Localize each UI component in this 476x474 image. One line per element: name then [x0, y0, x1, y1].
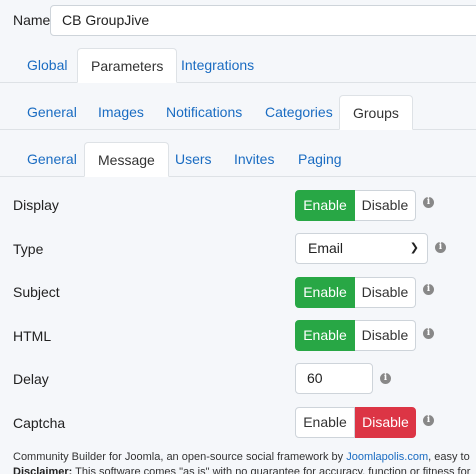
footer-credits: Community Builder for Joomla, an open-so…: [13, 451, 470, 463]
tab-groups-paging[interactable]: Paging: [285, 142, 355, 177]
delay-label: Delay: [13, 371, 49, 387]
html-label: HTML: [13, 328, 52, 344]
captcha-info-icon[interactable]: i: [423, 415, 434, 426]
captcha-label: Captcha: [13, 415, 66, 431]
subject-disable-button[interactable]: Disable: [355, 277, 416, 308]
groups-tabbar: General Message Users Invites Paging: [0, 142, 476, 177]
subject-toggle: Enable Disable: [295, 277, 416, 308]
captcha-enable-button[interactable]: Enable: [295, 407, 355, 438]
html-enable-button[interactable]: Enable: [295, 320, 355, 351]
tab-groups-message[interactable]: Message: [84, 142, 169, 177]
type-label: Type: [13, 241, 44, 257]
tab-params-notifications[interactable]: Notifications: [153, 95, 255, 130]
captcha-toggle: Enable Disable: [295, 407, 416, 438]
name-label: Name: [13, 12, 51, 28]
tab-parameters[interactable]: Parameters: [77, 48, 178, 83]
tab-groups-users[interactable]: Users: [162, 142, 225, 177]
tab-global[interactable]: Global: [14, 48, 80, 83]
tab-params-categories[interactable]: Categories: [252, 95, 346, 130]
html-info-icon[interactable]: i: [423, 328, 434, 339]
tab-params-general[interactable]: General: [14, 95, 90, 130]
display-info-icon[interactable]: i: [423, 197, 434, 208]
tab-integrations[interactable]: Integrations: [168, 48, 267, 83]
display-toggle: Enable Disable: [295, 190, 416, 221]
type-info-icon[interactable]: i: [435, 242, 446, 253]
footer-credits-suffix: , easy to: [428, 451, 470, 463]
type-select[interactable]: Email ❯: [295, 233, 428, 264]
tab-params-images[interactable]: Images: [85, 95, 157, 130]
tab-params-groups[interactable]: Groups: [339, 95, 413, 130]
parameters-tabbar: General Images Notifications Categories …: [0, 95, 476, 130]
tab-groups-invites[interactable]: Invites: [221, 142, 287, 177]
display-label: Display: [13, 197, 59, 213]
tab-groups-general[interactable]: General: [14, 142, 90, 177]
captcha-disable-button[interactable]: Disable: [355, 407, 416, 438]
subject-enable-button[interactable]: Enable: [295, 277, 355, 308]
html-disable-button[interactable]: Disable: [355, 320, 416, 351]
footer-credits-prefix: Community Builder for Joomla, an open-so…: [13, 451, 347, 463]
footer-disclaimer: Disclaimer: This software comes "as is" …: [13, 466, 470, 474]
type-select-value: Email: [308, 240, 344, 256]
delay-info-icon[interactable]: i: [380, 373, 391, 384]
main-tabbar: Global Parameters Integrations: [0, 48, 476, 83]
display-disable-button[interactable]: Disable: [355, 190, 416, 221]
joomlapolis-link[interactable]: Joomlapolis.com: [346, 451, 428, 463]
display-enable-button[interactable]: Enable: [295, 190, 355, 221]
html-toggle: Enable Disable: [295, 320, 416, 351]
disclaimer-label: Disclaimer:: [13, 466, 73, 474]
chevron-down-icon: ❯: [409, 242, 419, 254]
disclaimer-text: This software comes "as is" with no guar…: [72, 466, 471, 474]
name-input[interactable]: CB GroupJive: [50, 5, 476, 36]
subject-info-icon[interactable]: i: [423, 284, 434, 295]
subject-label: Subject: [13, 284, 60, 300]
delay-input[interactable]: 60: [295, 363, 373, 394]
